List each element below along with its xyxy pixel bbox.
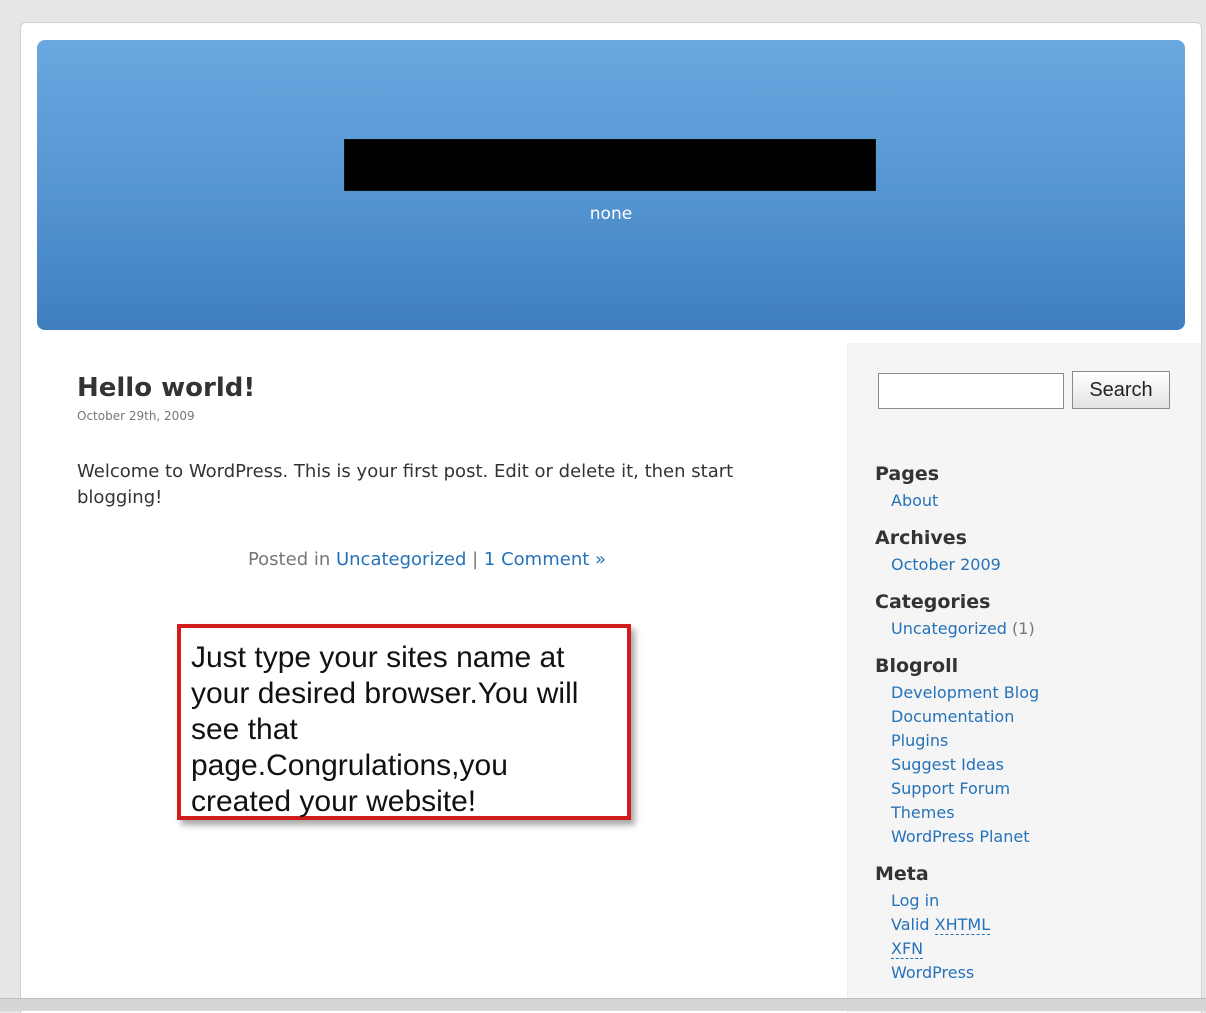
category-item: Uncategorized (1) [891, 617, 1195, 641]
search-button[interactable]: Search [1072, 371, 1170, 409]
log-in-link[interactable]: Log in [891, 889, 1195, 913]
search-input[interactable] [878, 373, 1064, 409]
blogroll-link[interactable]: Themes [891, 801, 1195, 825]
instruction-callout: Just type your sites name at your desire… [177, 624, 631, 820]
archives-widget: Archives October 2009 [875, 527, 1195, 577]
valid-xhtml-item: Valid XHTML [891, 913, 1195, 937]
widget-title-pages: Pages [875, 463, 940, 485]
xfn-item: XFN [891, 937, 1195, 961]
blogroll-link[interactable]: WordPress Planet [891, 825, 1195, 849]
archive-link[interactable]: October 2009 [891, 553, 1195, 577]
wordpress-link[interactable]: WordPress [891, 961, 1195, 985]
blogroll-link[interactable]: Support Forum [891, 777, 1195, 801]
xhtml-link[interactable]: XHTML [934, 915, 991, 935]
post-meta-prefix: Posted in [247, 549, 336, 570]
category-link[interactable]: Uncategorized [336, 549, 466, 570]
page-link-about[interactable]: About [891, 489, 1195, 513]
callout-line: your desired browser.You will [191, 677, 579, 710]
sidebar: Search Pages About Archives October 2009… [847, 343, 1201, 1013]
pages-widget: Pages About [875, 463, 1195, 513]
category-count: (1) [1012, 619, 1035, 638]
widget-title-meta: Meta [875, 863, 929, 885]
post-content: Hello world! October 29th, 2009 Welcome … [77, 373, 807, 570]
blogroll-link[interactable]: Documentation [891, 705, 1195, 729]
xfn-link[interactable]: XFN [891, 939, 924, 959]
blogroll-widget: Blogroll Development Blog Documentation … [875, 655, 1195, 849]
valid-prefix: Valid [891, 915, 935, 934]
post-body: Welcome to WordPress. This is your first… [77, 461, 734, 508]
blog-page: none Hello world! October 29th, 2009 Wel… [20, 22, 1202, 1013]
callout-line: Just type your sites name at [191, 641, 565, 674]
categories-widget: Categories Uncategorized (1) [875, 591, 1195, 641]
category-link-uncategorized[interactable]: Uncategorized [891, 619, 1007, 638]
callout-line: page.Congrulations,you [191, 749, 508, 782]
widget-title-categories: Categories [875, 591, 991, 613]
post-date: October 29th, 2009 [77, 409, 195, 423]
meta-widget: Meta Log in Valid XHTML XFN WordPress [875, 863, 1195, 985]
blogroll-link[interactable]: Suggest Ideas [891, 753, 1195, 777]
widget-title-archives: Archives [875, 527, 967, 549]
widget-title-blogroll: Blogroll [875, 655, 959, 677]
callout-line: see that [191, 713, 298, 746]
post-meta: Posted in Uncategorized | 1 Comment » [77, 549, 777, 570]
post-title[interactable]: Hello world! [77, 373, 807, 403]
blog-description: none [589, 204, 633, 224]
comments-link[interactable]: 1 Comment » [484, 549, 606, 570]
meta-separator: | [466, 549, 484, 570]
blogroll-link[interactable]: Development Blog [891, 681, 1195, 705]
redacted-blog-title [345, 140, 875, 190]
blogroll-link[interactable]: Plugins [891, 729, 1195, 753]
blog-header[interactable]: none [37, 40, 1185, 330]
sidebar-widgets: Pages About Archives October 2009 Catego… [875, 463, 1195, 999]
browser-status-bar [0, 998, 1206, 1011]
callout-line: created your website! [191, 785, 477, 818]
